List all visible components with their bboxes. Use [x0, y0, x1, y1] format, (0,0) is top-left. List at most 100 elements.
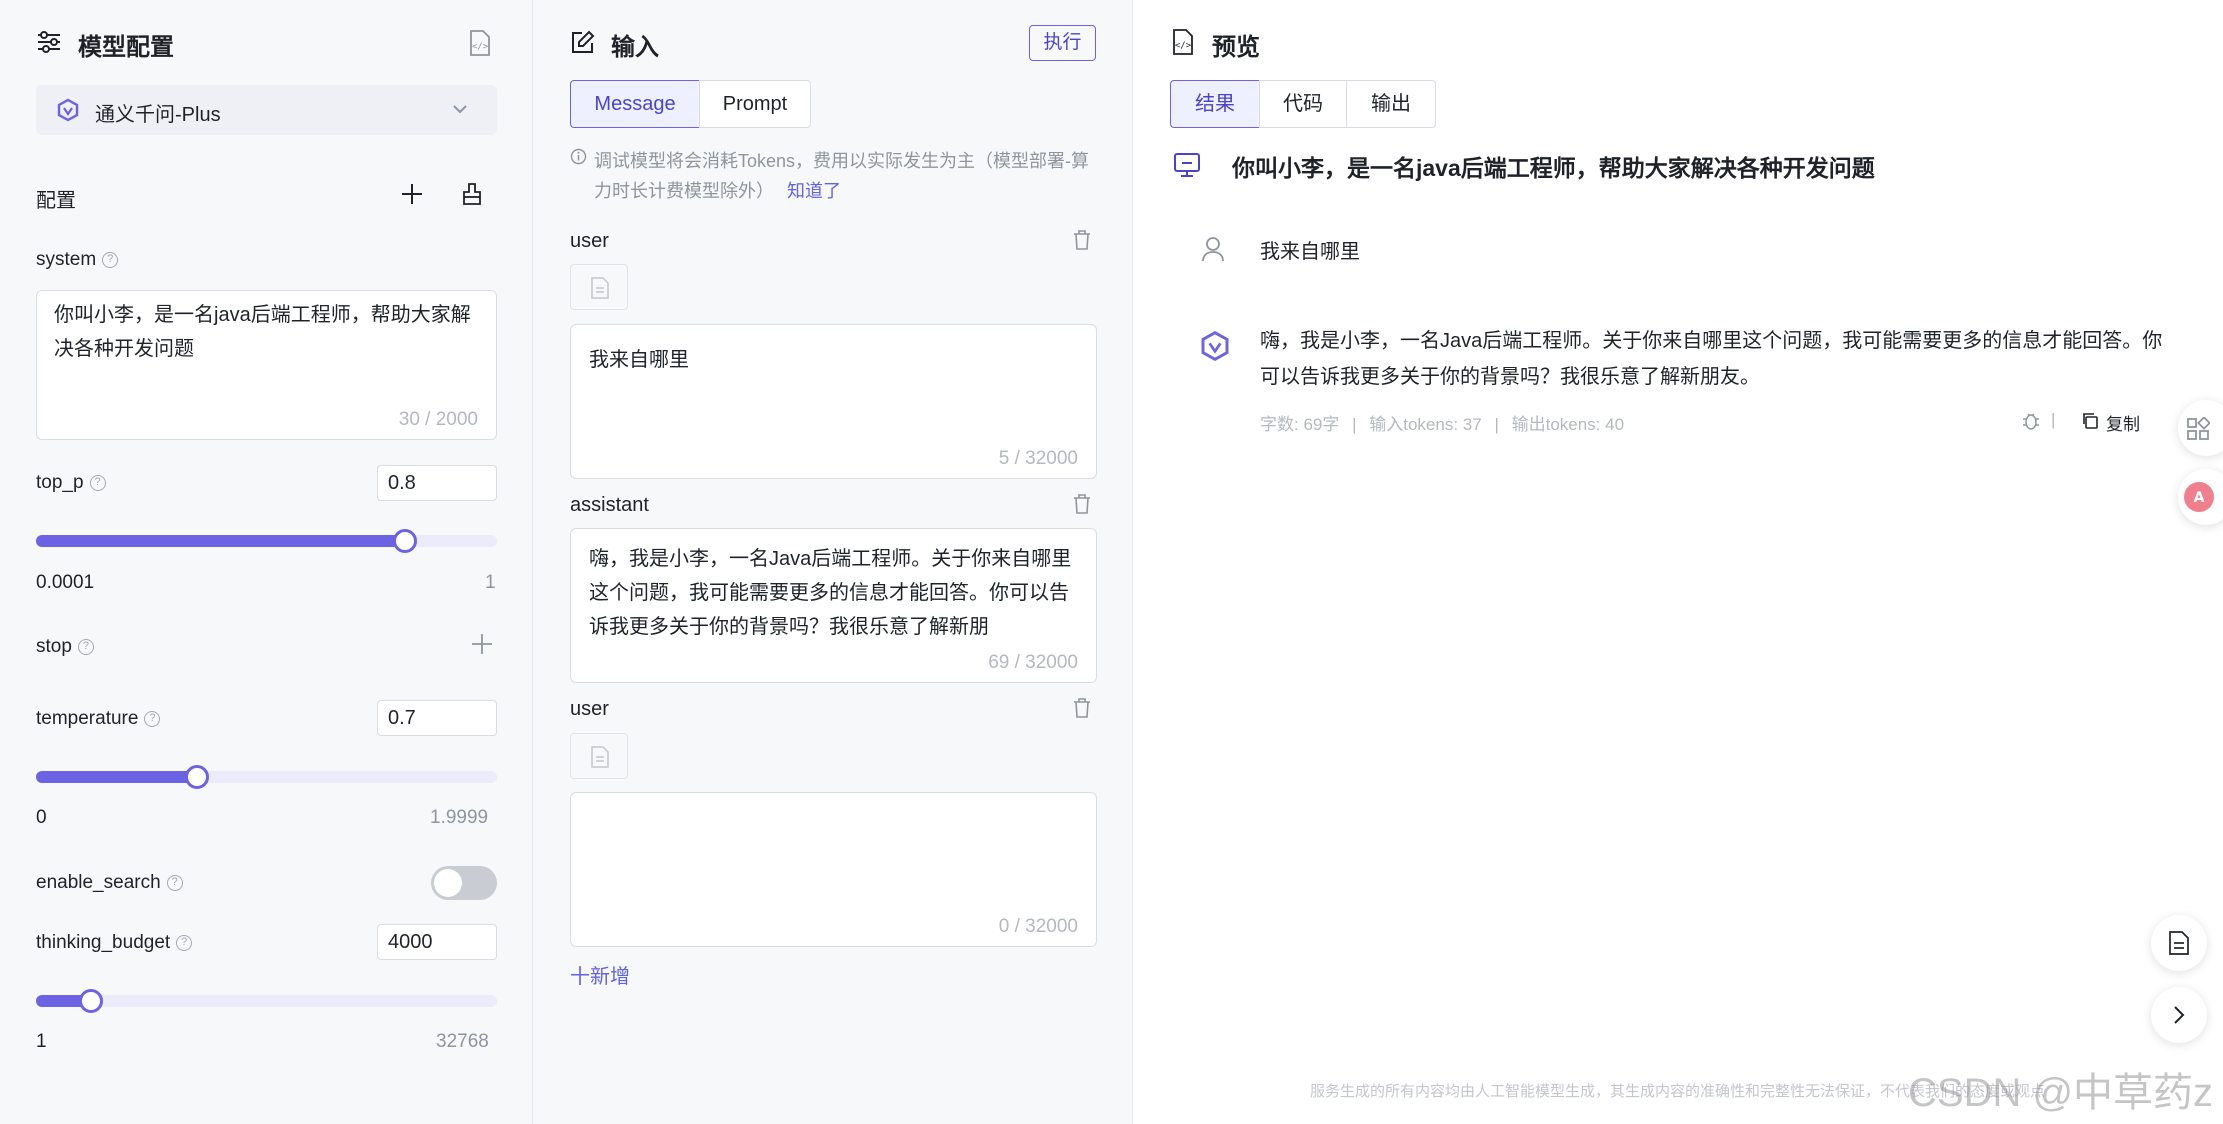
copy-icon[interactable]	[2081, 412, 2099, 435]
preview-panel: </> 预览 结果 代码 输出 你叫小李，是一名java后端工程师，帮助大家解决…	[1133, 0, 2223, 1124]
notice-link[interactable]: 知道了	[787, 181, 841, 201]
copy-button[interactable]: 复制	[2106, 410, 2140, 435]
tab-prompt[interactable]: Prompt	[699, 80, 811, 128]
help-icon[interactable]: ?	[89, 474, 106, 491]
system-text: 你叫小李，是一名java后端工程师，帮助大家解决各种开发问题	[54, 304, 471, 360]
message-textarea[interactable]: 0 / 32000	[570, 792, 1097, 947]
thinking-budget-min: 1	[36, 1031, 47, 1052]
next-button[interactable]	[2151, 987, 2207, 1043]
info-icon	[570, 148, 587, 170]
notice-text: 调试模型将会消耗Tokens，费用以实际发生为主（模型部署-算力时长计费模型除外…	[594, 151, 1090, 201]
top-p-label: top_p?	[36, 472, 106, 494]
assistant-message-text: 嗨，我是小李，一名Java后端工程师。关于你来自哪里这个问题，我可能需要更多的信…	[1260, 330, 2163, 388]
stat-chars: 字数: 69字	[1260, 415, 1340, 434]
temperature-label-text: temperature	[36, 708, 139, 729]
plus-icon[interactable]	[400, 182, 424, 211]
add-stop-icon[interactable]	[470, 632, 494, 661]
tab-message[interactable]: Message	[570, 80, 700, 128]
system-label-text: system	[36, 249, 97, 270]
toggle-knob	[434, 869, 462, 897]
token-notice: 调试模型将会消耗Tokens，费用以实际发生为主（模型部署-算力时长计费模型除外…	[594, 146, 1104, 206]
watermark: CSDN @中草药z	[1908, 1071, 2214, 1115]
system-prompt-text: 你叫小李，是一名java后端工程师，帮助大家解决各种开发问题	[1232, 155, 1875, 181]
system-textarea[interactable]: 你叫小李，是一名java后端工程师，帮助大家解决各种开发问题 30 / 2000	[36, 290, 497, 440]
top-p-input[interactable]: 0.8	[377, 465, 497, 501]
code-file-icon[interactable]: </>	[468, 29, 492, 62]
tab-output[interactable]: 输出	[1346, 80, 1436, 128]
top-p-slider[interactable]	[36, 529, 497, 553]
model-select[interactable]: 通义千问-Plus	[36, 85, 497, 135]
message-counter: 69 / 32000	[988, 652, 1078, 673]
attachment-button[interactable]	[570, 733, 628, 779]
tab-result[interactable]: 结果	[1170, 80, 1260, 128]
top-p-label-text: top_p	[36, 472, 84, 493]
panel-title: 模型配置	[78, 34, 174, 61]
document-icon	[591, 746, 609, 773]
slider-fill	[36, 771, 197, 783]
top-p-max: 1	[485, 572, 496, 593]
enable-search-label-text: enable_search	[36, 872, 161, 893]
model-config-panel: 模型配置 </> 通义千问-Plus 配置 system? 你叫小李，是一名ja…	[0, 0, 533, 1124]
chevron-down-icon	[451, 100, 469, 123]
apps-button[interactable]	[2178, 400, 2223, 456]
message-role: user	[570, 230, 609, 252]
temperature-slider[interactable]	[36, 765, 497, 789]
top-p-min: 0.0001	[36, 572, 95, 593]
code-file-icon: </>	[1171, 28, 1195, 61]
stat-output-tokens: 输出tokens: 40	[1511, 415, 1625, 434]
chevron-right-icon	[2170, 1005, 2188, 1030]
message-counter: 0 / 32000	[998, 916, 1078, 937]
tab-code[interactable]: 代码	[1259, 80, 1347, 128]
thinking-budget-slider[interactable]	[36, 989, 497, 1013]
slider-thumb[interactable]	[79, 989, 103, 1013]
model-name: 通义千问-Plus	[95, 104, 221, 126]
trash-icon[interactable]	[1073, 698, 1091, 723]
temperature-min: 0	[36, 807, 47, 828]
bug-icon[interactable]	[2021, 411, 2041, 436]
attachment-button[interactable]	[570, 264, 628, 310]
config-label: 配置	[36, 190, 76, 212]
help-icon[interactable]: ?	[144, 710, 161, 727]
temperature-max: 1.9999	[430, 807, 489, 828]
thinking-budget-max: 32768	[436, 1031, 489, 1052]
stats-row: 字数: 69字 | 输入tokens: 37 | 输出tokens: 40	[1260, 415, 1625, 434]
clear-brush-icon[interactable]	[460, 182, 484, 211]
help-icon[interactable]: ?	[77, 638, 94, 655]
stop-label: stop?	[36, 636, 94, 658]
help-icon[interactable]: ?	[102, 251, 119, 268]
svg-text:A: A	[2194, 490, 2205, 506]
slider-thumb[interactable]	[393, 529, 417, 553]
thinking-budget-input[interactable]: 4000	[377, 924, 497, 960]
preview-title: 预览	[1212, 34, 1260, 61]
document-icon	[591, 277, 609, 304]
trash-icon[interactable]	[1073, 494, 1091, 519]
help-icon[interactable]: ?	[176, 934, 193, 951]
temperature-input[interactable]: 0.7	[377, 700, 497, 736]
document-button[interactable]	[2151, 915, 2207, 971]
message-textarea[interactable]: 我来自哪里 5 / 32000	[570, 324, 1097, 479]
slider-thumb[interactable]	[185, 765, 209, 789]
run-button[interactable]: 执行	[1029, 25, 1096, 61]
translate-button[interactable]: A	[2178, 469, 2223, 525]
stop-label-text: stop	[36, 636, 72, 657]
thinking-budget-label-text: thinking_budget	[36, 932, 171, 953]
monitor-icon	[1173, 152, 1201, 183]
add-message-button[interactable]: 十新增	[570, 960, 630, 989]
message-role: user	[570, 698, 609, 720]
enable-search-toggle[interactable]	[431, 866, 497, 900]
message-text: 嗨，我是小李，一名Java后端工程师。关于你来自哪里这个问题，我可能需要更多的信…	[589, 548, 1072, 638]
user-avatar-icon	[1201, 236, 1225, 267]
message-textarea[interactable]: 嗨，我是小李，一名Java后端工程师。关于你来自哪里这个问题，我可能需要更多的信…	[570, 528, 1097, 683]
message-role: assistant	[570, 494, 649, 516]
input-panel: 输入 执行 Message Prompt 调试模型将会消耗Tokens，费用以实…	[533, 0, 1133, 1124]
apps-grid-icon	[2186, 416, 2211, 446]
help-icon[interactable]: ?	[166, 874, 183, 891]
sliders-icon	[36, 30, 62, 59]
trash-icon[interactable]	[1073, 230, 1091, 255]
user-message-text: 我来自哪里	[1260, 241, 1360, 263]
edit-icon	[570, 29, 596, 60]
translate-icon: A	[2183, 481, 2215, 518]
system-counter: 30 / 2000	[398, 409, 478, 430]
document-icon	[2169, 931, 2189, 960]
svg-text:</>: </>	[472, 42, 489, 52]
